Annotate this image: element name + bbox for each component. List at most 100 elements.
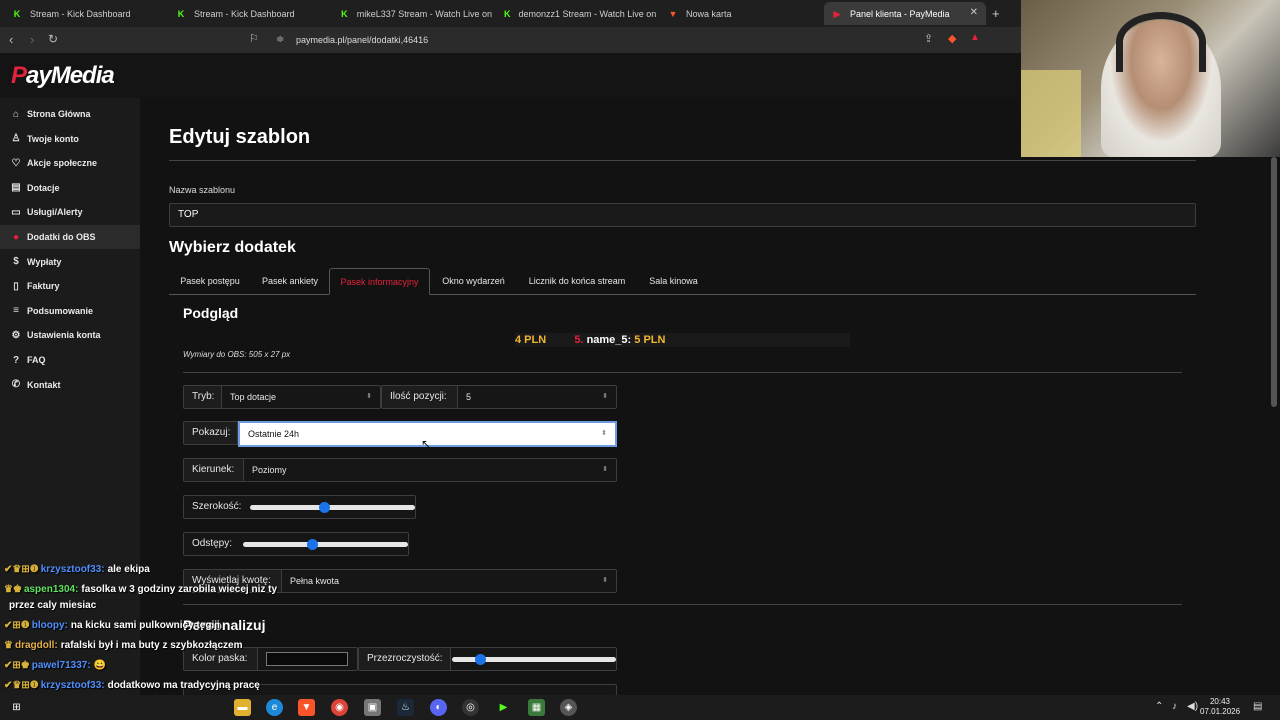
tab-sala-kinowa[interactable]: Sala kinowa — [637, 268, 710, 295]
spacing-group: Odstępy: — [183, 532, 409, 556]
tab-pasek-ankiety[interactable]: Pasek ankiety — [251, 268, 329, 295]
share-icon[interactable]: ⇪ — [924, 32, 933, 45]
edge-icon[interactable]: e — [266, 699, 283, 716]
browser-tab[interactable]: K mikeL337 Stream - Watch Live on — [332, 2, 492, 25]
sidebar-item[interactable]: ✆ Kontakt — [0, 373, 140, 397]
sidebar-item[interactable]: ⌂ Strona Główna — [0, 102, 140, 126]
tab-licznik[interactable]: Licznik do końca stream — [517, 268, 637, 295]
close-tab-icon[interactable]: ✕ — [970, 7, 978, 18]
sidebar-icon: ⚙ — [11, 329, 21, 341]
sidebar-item[interactable]: ♡ Akcje społeczne — [0, 151, 140, 175]
paymedia-logo[interactable]: PayMedia — [11, 62, 115, 90]
mode-select[interactable]: Top dotacje ⬍ — [222, 386, 380, 408]
mouse-cursor-icon: ↖ — [421, 437, 432, 451]
addon-tabs: Pasek postępu Pasek ankiety Pasek inform… — [169, 268, 1196, 295]
sidebar-item-label: Ustawienia konta — [27, 330, 101, 341]
count-group: Ilość pozycji: 5 ⬍ — [381, 385, 617, 409]
chat-badges: ♛♚ — [4, 584, 22, 595]
app-icon[interactable]: ▦ — [528, 699, 545, 716]
sidebar-icon: ● — [12, 231, 20, 243]
tab-pasek-informacyjny[interactable]: Pasek informacyjny — [329, 268, 430, 295]
kick-app-icon[interactable]: ▶ — [495, 699, 512, 716]
preview-name: name_5: — [586, 334, 632, 346]
sidebar-item-label: Usługi/Alerty — [27, 207, 83, 218]
chat-username: pawel71337: — [31, 660, 91, 671]
windows-start-icon[interactable]: ⊞ — [8, 699, 25, 716]
sidebar-item[interactable]: ⚙ Ustawienia konta — [0, 323, 140, 347]
browser-tab[interactable]: K demonzz1 Stream - Watch Live on K — [496, 2, 656, 25]
page-scrollbar[interactable] — [1271, 157, 1277, 407]
spacing-slider[interactable] — [243, 539, 408, 550]
chat-badges: ✔⊞❶ — [4, 620, 30, 631]
chat-badges: ♛ — [4, 640, 13, 651]
show-label: Pokazuj: — [184, 422, 238, 444]
microphone-icon[interactable]: ♪ — [1172, 701, 1177, 712]
tab-pasek-postepu[interactable]: Pasek postępu — [169, 268, 251, 295]
sidebar-item[interactable]: ? FAQ — [0, 348, 140, 372]
forward-icon[interactable]: › — [30, 32, 34, 47]
sidebar-item-label: Kontakt — [27, 379, 61, 390]
file-explorer-icon[interactable]: ▬ — [234, 699, 251, 716]
browser-tab[interactable]: ▼ Nowa karta — [660, 2, 820, 25]
browser-tab-active[interactable]: ▶ Panel klienta - PayMedia ✕ — [824, 2, 986, 25]
sidebar-item-label: Strona Główna — [27, 109, 91, 119]
mode-group: Tryb: Top dotacje ⬍ — [183, 385, 381, 409]
tray-chevron-icon[interactable]: ⌃ — [1155, 701, 1163, 712]
app-icon[interactable]: ◈ — [560, 699, 577, 716]
divider — [183, 604, 1182, 605]
taskbar-clock[interactable]: 20:43 07.01.2026 — [1200, 697, 1240, 717]
sidebar-item[interactable]: ▭ Usługi/Alerty — [0, 200, 140, 224]
new-tab-button[interactable]: + — [992, 6, 1000, 21]
chat-message: ✔♛⊞❶ krzysztoof33: ale ekipa — [4, 563, 150, 577]
site-info-icon[interactable]: ≑ — [276, 32, 284, 48]
sidebar-icon: ≡ — [13, 305, 19, 317]
notifications-icon[interactable]: ▤ — [1253, 701, 1262, 712]
brave-icon[interactable]: ▼ — [298, 699, 315, 716]
slider-thumb[interactable] — [307, 539, 319, 550]
sidebar-icon: ▯ — [13, 280, 19, 292]
opacity-slider[interactable] — [452, 654, 616, 665]
sidebar-item-label: Faktury — [27, 281, 60, 292]
direction-group: Kierunek: Poziomy ⬍ — [183, 458, 617, 482]
browser-tab[interactable]: K Stream - Kick Dashboard — [4, 2, 164, 25]
url-field[interactable]: ≑ paymedia.pl/panel/dodatki,46416 — [272, 32, 992, 50]
chrome-icon[interactable]: ◉ — [331, 699, 348, 716]
sidebar-item[interactable]: ≡ Podsumowanie — [0, 299, 140, 323]
amount-select[interactable]: Pełna kwota ⬍ — [282, 570, 616, 592]
back-icon[interactable]: ‹ — [9, 32, 13, 47]
chat-message: ✔♛⊞❶ krzysztoof33: dodatkowo ma tradycyjną… — [4, 679, 260, 693]
template-name-input[interactable]: TOP — [169, 203, 1196, 227]
width-slider[interactable] — [250, 502, 415, 513]
direction-select[interactable]: Poziomy ⬍ — [244, 459, 616, 481]
sidebar-item[interactable]: ♙ Twoje konto — [0, 127, 140, 151]
webcam-overlay — [1021, 0, 1280, 157]
sidebar-item[interactable]: ▤ Dotacje — [0, 176, 140, 200]
direction-label: Kierunek: — [184, 459, 244, 481]
steam-icon[interactable]: ♨ — [397, 699, 414, 716]
chat-username: krzysztoof33: — [40, 680, 105, 691]
count-label: Ilość pozycji: — [382, 386, 458, 408]
slider-thumb[interactable] — [474, 654, 486, 665]
sidebar-icon: ♡ — [11, 157, 21, 169]
brave-rewards-icon[interactable]: ▲ — [970, 32, 980, 43]
sidebar-item[interactable]: ● Dodatki do OBS — [0, 225, 140, 249]
sidebar-item[interactable]: $ Wypłaty — [0, 250, 140, 274]
volume-icon[interactable]: ◀) — [1187, 701, 1198, 712]
reload-icon[interactable]: ↻ — [48, 32, 58, 46]
discord-icon[interactable]: ◐ — [430, 699, 447, 716]
chat-message: przez caly miesiac — [4, 599, 96, 613]
chat-badges: ✔♛⊞❶ — [4, 680, 39, 691]
addon-section-title: Wybierz dodatek — [169, 239, 296, 256]
chat-text: przez caly miesiac — [9, 600, 97, 611]
chat-username: dragdoll: — [14, 640, 58, 651]
obs-icon[interactable]: ◎ — [462, 699, 479, 716]
bookmark-icon[interactable]: ⚐ — [249, 32, 259, 45]
count-select[interactable]: 5 ⬍ — [458, 386, 616, 408]
chat-text: fasolka w 3 godziny zarobila wiecej niz … — [81, 584, 278, 595]
tab-okno-wydarzen[interactable]: Okno wydarzeń — [430, 268, 517, 295]
sidebar-item[interactable]: ▯ Faktury — [0, 274, 140, 298]
brave-shields-icon[interactable]: ◆ — [948, 32, 956, 45]
app-icon[interactable]: ▣ — [364, 699, 381, 716]
slider-thumb[interactable] — [319, 502, 331, 513]
browser-tab[interactable]: K Stream - Kick Dashboard — [168, 2, 328, 25]
